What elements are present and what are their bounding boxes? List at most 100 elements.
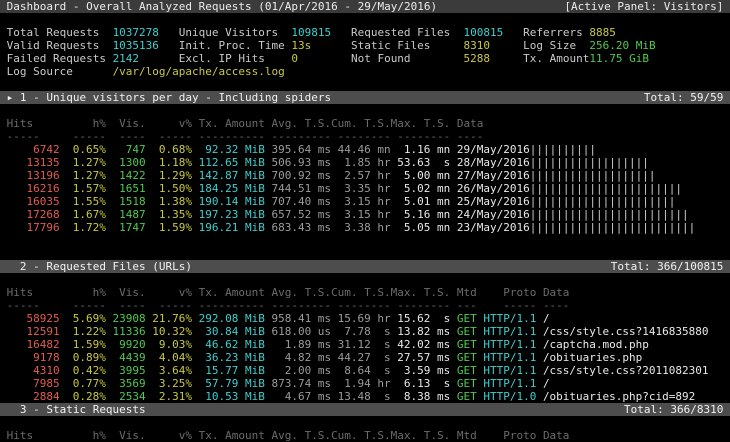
panel-title: 2 - Requested Files (URLs) — [20, 260, 192, 273]
column-header-cum-ts: Cum. T.S. — [331, 286, 391, 299]
visitors-table-row[interactable]: 160351.55%15181.38%190.14 MiB707.40 ms3.… — [0, 195, 730, 208]
column-underline-row: ----------------------------------------… — [0, 130, 730, 143]
cell-visitors-percent: 1.38% — [146, 195, 192, 208]
cell-method: GET — [450, 351, 476, 364]
cell-cum-ts: 1.85 hr — [331, 156, 391, 169]
cell-max-ts: 5.02 mn — [391, 182, 451, 195]
column-underline: -------- — [331, 130, 391, 143]
column-header-visitors-percent: v% — [146, 286, 192, 299]
cell-avg-ts: 873.74 ms — [265, 377, 331, 390]
panel-header-visitors[interactable]: ▸1 - Unique visitors per day - Including… — [0, 91, 730, 104]
cell-visitors-percent: 9.03% — [146, 338, 192, 351]
stat-value-valid-requests: 1035136 — [113, 39, 179, 52]
cell-protocol: HTTP/1.1 — [477, 312, 537, 325]
summary-row: Total Requests1037278Unique Visitors1098… — [0, 26, 730, 39]
stat-value-log-size: 256.20 MiB — [589, 39, 655, 52]
requested-files-table-row[interactable]: 91780.89%44394.04%36.23 MiB4.82 ms44.27 … — [0, 351, 730, 364]
cell-date: 26/May/2016 — [450, 182, 529, 195]
column-underline: ---- — [106, 130, 146, 143]
panel-title: 1 - Unique visitors per day - Including … — [20, 91, 331, 104]
cell-visitors: 4439 — [106, 351, 146, 364]
column-underline: ----- — [146, 299, 192, 312]
cell-avg-ts: 2.00 ms — [265, 364, 331, 377]
cell-visitors-percent: 1.29% — [146, 169, 192, 182]
requested-files-table-row[interactable]: 125911.22%1133610.32%30.84 MiB618.00 us7… — [0, 325, 730, 338]
cell-tx-amount: 10.53 MiB — [192, 390, 265, 403]
visitors-table-row[interactable]: 177961.72%17471.59%196.21 MiB683.43 ms3.… — [0, 221, 730, 234]
visitors-table-row[interactable]: 67420.65%7470.68%92.32 MiB395.64 ms44.46… — [0, 143, 730, 156]
visitors-table-row[interactable]: 172681.67%14871.35%197.23 MiB657.52 ms3.… — [0, 208, 730, 221]
visitors-table-row[interactable]: 131351.27%13001.18%112.65 MiB506.93 ms1.… — [0, 156, 730, 169]
column-header-cum-ts: Cum. T.S. — [331, 117, 391, 130]
cell-date: 29/May/2016 — [450, 143, 529, 156]
cell-hits: 58925 — [7, 312, 60, 325]
active-panel-arrow-icon: ▸ — [7, 91, 20, 104]
stat-value-requested-files: 100815 — [464, 26, 524, 39]
cell-url: /obituaries.php?cid=892 — [536, 390, 695, 403]
column-underline: ---- — [536, 299, 569, 312]
column-underline: ----- — [7, 130, 60, 143]
stat-label-excl-ip-hits: Excl. IP Hits — [179, 52, 292, 65]
cell-visitors: 1747 — [106, 221, 146, 234]
cell-method: GET — [450, 377, 476, 390]
visitors-table-row[interactable]: 162161.57%16511.50%184.25 MiB744.51 ms3.… — [0, 182, 730, 195]
cell-visitors: 2534 — [106, 390, 146, 403]
cell-url: /css/style.css?1416835880 — [536, 325, 708, 338]
requested-files-table-row[interactable]: 28840.28%25342.31%10.53 MiB4.67 ms13.48 … — [0, 390, 730, 403]
column-underline: ----- — [7, 299, 60, 312]
panel-header-requested-files[interactable]: 2 - Requested Files (URLs)Total: 366/100… — [0, 260, 730, 273]
requested-files-table-row[interactable]: 589255.69%2390821.76%292.08 MiB958.41 ms… — [0, 312, 730, 325]
cell-avg-ts: 618.00 us — [265, 325, 331, 338]
histogram-bars: ||||||||||||||||||||||| — [530, 182, 682, 195]
summary-row: Log Source/var/log/apache/access.log — [0, 65, 730, 78]
cell-avg-ts: 744.51 ms — [265, 182, 331, 195]
requested-files-table-row[interactable]: 164821.59%99209.03%46.62 MiB1.89 ms31.12… — [0, 338, 730, 351]
cell-max-ts: 5.01 mn — [391, 195, 451, 208]
stat-label-log-source: Log Source — [7, 65, 113, 78]
column-underline-row: ----------------------------------------… — [0, 299, 730, 312]
cell-max-ts: 13.82 ms — [391, 325, 451, 338]
cell-hits: 9178 — [7, 351, 60, 364]
panel-header-static-requests[interactable]: 3 - Static RequestsTotal: 366/8310 — [0, 403, 730, 416]
stat-value-log-source: /var/log/apache/access.log — [113, 65, 285, 78]
column-underline: ----- — [60, 299, 106, 312]
column-underline: ---- — [106, 299, 146, 312]
panel-title: 3 - Static Requests — [20, 403, 146, 416]
cell-hits-percent: 1.27% — [60, 156, 106, 169]
cell-avg-ts: 1.89 ms — [265, 338, 331, 351]
column-header-max-ts: Max. T.S. — [391, 429, 451, 442]
column-header-data: Data — [536, 286, 569, 299]
cell-hits: 17268 — [7, 208, 60, 221]
requested-files-table-row[interactable]: 43100.42%39953.64%15.77 MiB2.00 ms8.64 s… — [0, 364, 730, 377]
visitors-table-row[interactable]: 131961.27%14221.29%142.87 MiB700.92 ms2.… — [0, 169, 730, 182]
cell-date: 27/May/2016 — [450, 169, 529, 182]
column-header-visitors-percent: v% — [146, 429, 192, 442]
cell-hits-percent: 1.57% — [60, 182, 106, 195]
cell-visitors-percent: 0.68% — [146, 143, 192, 156]
cell-cum-ts: 15.69 hr — [331, 312, 391, 325]
histogram-bars: ||||||||||||||||||||||||| — [530, 221, 696, 234]
cell-cum-ts: 13.48 s — [331, 390, 391, 403]
cell-protocol: HTTP/1.0 — [477, 390, 537, 403]
cell-max-ts: 5.00 mn — [391, 169, 451, 182]
cell-hits: 7985 — [7, 377, 60, 390]
requested-files-table-row[interactable]: 79850.77%35693.25%57.79 MiB873.74 ms1.94… — [0, 377, 730, 390]
top-status-bar: Dashboard - Overall Analyzed Requests (0… — [0, 0, 730, 13]
cell-date: 24/May/2016 — [450, 208, 529, 221]
cell-cum-ts: 31.12 s — [331, 338, 391, 351]
column-header-row: Hitsh%Vis.v%Tx. AmountAvg. T.S.Cum. T.S.… — [0, 117, 730, 130]
cell-hits-percent: 1.72% — [60, 221, 106, 234]
cell-tx-amount: 15.77 MiB — [192, 364, 265, 377]
cell-visitors-percent: 2.31% — [146, 390, 192, 403]
cell-protocol: HTTP/1.1 — [477, 325, 537, 338]
column-underline: --- — [450, 299, 476, 312]
column-header-tx-amount: Tx. Amount — [192, 429, 265, 442]
cell-method: GET — [450, 364, 476, 377]
cell-cum-ts: 3.15 hr — [331, 208, 391, 221]
histogram-bars: |||||||||||||||||| — [530, 156, 649, 169]
cell-hits-percent: 1.22% — [60, 325, 106, 338]
cell-max-ts: 15.62 s — [391, 312, 451, 325]
cell-cum-ts: 3.38 hr — [331, 221, 391, 234]
cell-visitors-percent: 1.18% — [146, 156, 192, 169]
column-header-hits: Hits — [7, 117, 60, 130]
